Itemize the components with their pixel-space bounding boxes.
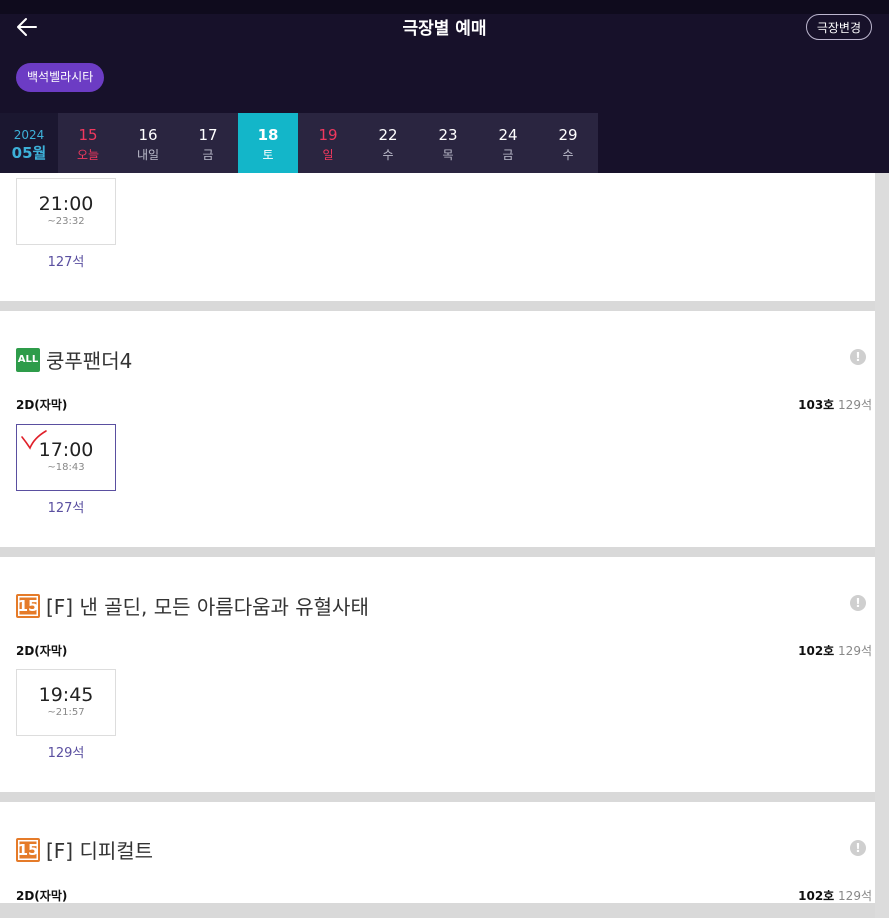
change-cinema-button[interactable]: 극장변경 [805, 14, 872, 40]
info-icon[interactable]: ! [850, 840, 866, 856]
date-16[interactable]: 16 내일 [118, 113, 178, 173]
movie-section: 15 [F] 디피컬트 ! 2D(자막) 102호 129석 [0, 802, 875, 903]
date-17[interactable]: 17 금 [178, 113, 238, 173]
date-number: 23 [438, 126, 458, 144]
date-15[interactable]: 15 오늘 [58, 113, 118, 173]
page-title: 극장별 예매 [402, 19, 487, 39]
date-weekday: 일 [322, 148, 334, 162]
rating-15-icon: 15 [16, 593, 40, 618]
screen-format: 2D(자막) [16, 398, 68, 412]
movie-title[interactable]: 15 [F] 낸 골딘, 모든 아름다움과 유혈사태 [16, 591, 369, 620]
hall-info: 103호 129석 [798, 396, 872, 413]
showtime-button[interactable]: 17:00 ~18:43 [16, 424, 116, 491]
remaining-seats: 127석 [47, 255, 85, 270]
date-weekday: 오늘 [76, 148, 100, 162]
movie-title-text: [F] 낸 골딘, 모든 아름다움과 유혈사태 [46, 595, 369, 619]
date-weekday: 목 [442, 148, 454, 162]
rating-15-icon: 15 [16, 837, 40, 862]
year-month: 2024 05월 [0, 113, 58, 173]
info-icon[interactable]: ! [850, 595, 866, 611]
date-weekday: 내일 [136, 148, 160, 162]
year-label: 2024 [13, 128, 45, 142]
top-strip [0, 0, 889, 14]
date-number: 16 [138, 126, 158, 144]
hall-number: 102호 [798, 889, 835, 903]
showtime-end: ~23:32 [47, 216, 85, 227]
remaining-seats: 129석 [47, 746, 85, 761]
date-19[interactable]: 19 일 [298, 113, 358, 173]
screen-format: 2D(자막) [16, 644, 68, 658]
cinema-chip[interactable]: 백석벨라시타 [16, 63, 105, 92]
date-weekday: 수 [562, 148, 574, 162]
date-weekday: 금 [502, 148, 514, 162]
hall-total-seats: 129석 [838, 889, 872, 903]
movie-section: 21:00 ~23:32 127석 [0, 173, 875, 301]
date-number: 18 [257, 126, 279, 144]
showtime-button[interactable]: 21:00 ~23:32 [16, 178, 116, 245]
movie-section: ALL 쿵푸팬더4 ! 2D(자막) 103호 129석 17:00 ~18:4… [0, 311, 875, 547]
hall-total-seats: 129석 [838, 644, 872, 658]
date-22[interactable]: 22 수 [358, 113, 418, 173]
showtime-end: ~21:57 [47, 707, 85, 718]
remaining-seats: 127석 [47, 501, 85, 516]
date-number: 15 [78, 126, 98, 144]
date-weekday: 토 [262, 148, 274, 162]
date-weekday: 수 [382, 148, 394, 162]
screen-format: 2D(자막) [16, 889, 68, 903]
hall-info: 102호 129석 [798, 642, 872, 659]
date-weekday: 금 [202, 148, 214, 162]
date-18-selected[interactable]: 18 토 [238, 113, 298, 173]
showtime-button[interactable]: 19:45 ~21:57 [16, 669, 116, 736]
hall-number: 103호 [798, 398, 835, 412]
date-number: 22 [378, 126, 398, 144]
movie-title[interactable]: 15 [F] 디피컬트 [16, 835, 153, 864]
date-number: 24 [498, 126, 518, 144]
movie-title[interactable]: ALL 쿵푸팬더4 [16, 345, 132, 374]
month-label: 05월 [11, 144, 47, 162]
date-23[interactable]: 23 목 [418, 113, 478, 173]
rating-all-icon: ALL [16, 347, 40, 372]
header: 극장별 예매 극장변경 백석벨라시타 2024 05월 15 오늘 16 내일 … [0, 0, 889, 173]
showtime-start: 21:00 [38, 193, 94, 215]
date-selector: 2024 05월 15 오늘 16 내일 17 금 18 토 19 일 22 수… [0, 113, 598, 173]
date-29[interactable]: 29 수 [538, 113, 598, 173]
movie-title-text: [F] 디피컬트 [46, 839, 154, 863]
hall-total-seats: 129석 [838, 398, 872, 412]
scrollbar-track[interactable] [875, 173, 889, 918]
hall-number: 102호 [798, 644, 835, 658]
movie-section: 15 [F] 낸 골딘, 모든 아름다움과 유혈사태 ! 2D(자막) 102호… [0, 557, 875, 792]
date-number: 17 [198, 126, 218, 144]
date-24[interactable]: 24 금 [478, 113, 538, 173]
checkmark-icon [21, 430, 47, 450]
hall-info: 102호 129석 [798, 887, 872, 904]
date-number: 29 [558, 126, 578, 144]
info-icon[interactable]: ! [850, 349, 866, 365]
showtime-start: 19:45 [38, 684, 94, 706]
movie-title-text: 쿵푸팬더4 [46, 349, 133, 373]
showtime-end: ~18:43 [47, 462, 85, 473]
date-number: 19 [318, 126, 338, 144]
